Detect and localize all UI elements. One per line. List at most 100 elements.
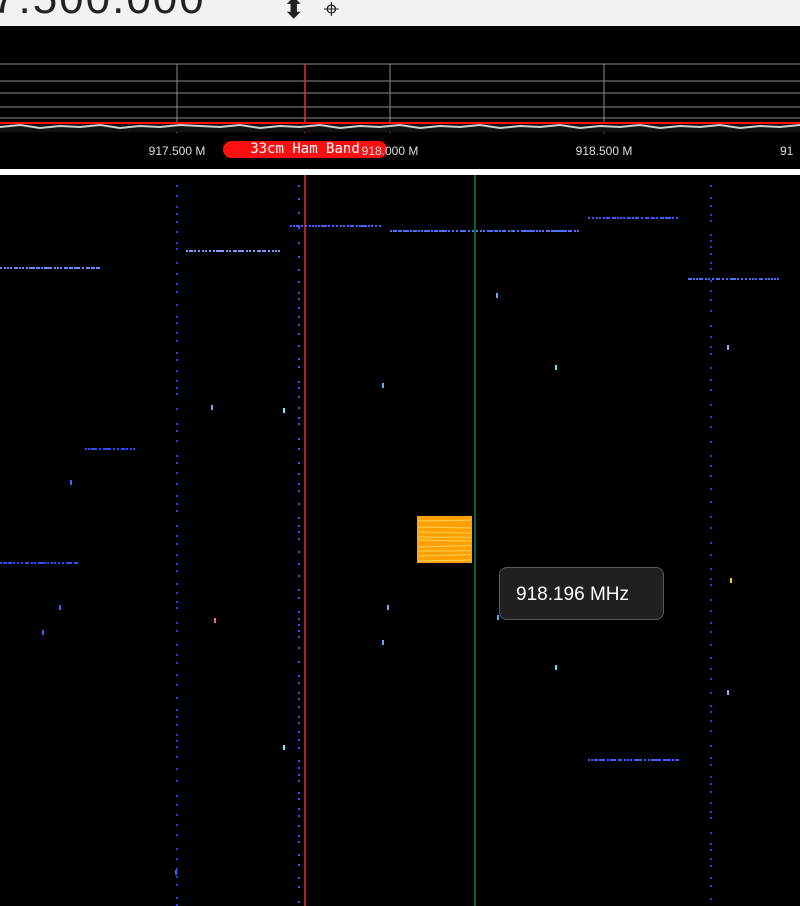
noise-dot — [176, 563, 178, 565]
noise-dot — [627, 759, 629, 761]
noise-dot — [777, 278, 779, 280]
noise-dot — [592, 217, 594, 219]
noise-dot — [176, 768, 178, 770]
noise-dot — [667, 759, 669, 761]
noise-dot — [66, 267, 68, 269]
noise-dot — [336, 225, 338, 227]
noise-dot — [591, 759, 593, 761]
noise-dot — [123, 448, 125, 450]
noise-dot — [565, 230, 567, 232]
noise-dot — [105, 448, 107, 450]
noise-dot — [176, 221, 178, 223]
noise-dot — [521, 230, 523, 232]
noise-dot — [464, 230, 466, 232]
noise-dot — [186, 250, 188, 252]
noise-dot — [559, 230, 561, 232]
noise-dot — [298, 716, 300, 718]
noise-dot — [448, 230, 450, 232]
noise-dot — [99, 448, 101, 450]
noise-dot — [356, 225, 358, 227]
noise-dot — [117, 448, 119, 450]
noise-dot — [710, 299, 712, 301]
noise-dot — [696, 278, 698, 280]
noise-dot — [290, 225, 292, 227]
noise-dot — [259, 250, 261, 252]
noise-dot — [176, 525, 178, 527]
noise-dot — [298, 901, 300, 903]
waterfall-plot — [0, 175, 779, 906]
noise-dot — [710, 898, 712, 900]
noise-dot — [667, 217, 669, 219]
noise-dot — [176, 684, 178, 686]
noise-dot — [672, 759, 674, 761]
noise-dot — [235, 250, 237, 252]
noise-dot — [638, 759, 640, 761]
noise-dot — [710, 865, 712, 867]
noise-dot — [710, 234, 712, 236]
noise-dot — [249, 250, 251, 252]
noise-dot — [635, 217, 637, 219]
noise-dot — [472, 230, 474, 232]
noise-dot — [298, 675, 300, 677]
noise-dot — [699, 278, 701, 280]
noise-dot — [710, 220, 712, 222]
noise-dot — [431, 230, 433, 232]
noise-dot — [107, 448, 109, 450]
noise-dot — [298, 225, 300, 227]
noise-dot — [614, 759, 616, 761]
noise-dot — [761, 278, 763, 280]
noise-dot — [710, 578, 712, 580]
noise-dot — [298, 597, 300, 599]
noise-dot — [513, 230, 515, 232]
noise-dot — [298, 835, 300, 837]
noise-dot — [176, 607, 178, 609]
noise-dot — [298, 692, 300, 694]
noise-dot — [176, 462, 178, 464]
noise-dot — [655, 759, 657, 761]
noise-dot — [710, 811, 712, 813]
noise-dot — [298, 780, 300, 782]
signal-burst — [417, 516, 472, 563]
frequency-readout[interactable]: 7.500.000 — [0, 0, 206, 24]
noise-dot — [508, 230, 510, 232]
noise-dot — [242, 250, 244, 252]
noise-dot — [5, 562, 7, 564]
noise-dot — [298, 483, 300, 485]
noise-dot — [16, 267, 18, 269]
noise-dot — [347, 225, 349, 227]
swap-icon[interactable]: ⬍ — [282, 0, 305, 25]
noise-dot — [555, 365, 557, 370]
noise-dot — [637, 217, 639, 219]
noise-dot — [395, 230, 397, 232]
noise-dot — [194, 250, 196, 252]
waterfall-panel[interactable]: 918.196 MHz — [0, 175, 800, 906]
noise-dot — [636, 759, 638, 761]
noise-dot — [64, 267, 66, 269]
noise-dot — [176, 262, 178, 264]
noise-dot — [387, 605, 389, 610]
noise-dot — [44, 267, 46, 269]
noise-dot — [653, 217, 655, 219]
noise-dot — [325, 225, 327, 227]
noise-dot — [176, 630, 178, 632]
noise-dot — [632, 217, 634, 219]
noise-dot — [332, 225, 334, 227]
noise-dot — [272, 250, 274, 252]
noise-dot — [176, 654, 178, 656]
noise-dot — [771, 278, 773, 280]
noise-dot — [298, 396, 300, 398]
noise-dot — [321, 225, 323, 227]
noise-dot — [312, 225, 314, 227]
noise-dot — [298, 387, 300, 389]
noise-dot — [298, 345, 300, 347]
noise-dot — [496, 293, 498, 298]
noise-dot — [361, 225, 363, 227]
pin-icon[interactable]: ⌖ — [323, 0, 339, 26]
noise-dot — [443, 230, 445, 232]
noise-dot — [176, 291, 178, 293]
noise-dot — [85, 448, 87, 450]
noise-dot — [298, 589, 300, 591]
noise-dot — [298, 731, 300, 733]
noise-dot — [126, 448, 128, 450]
noise-dot — [298, 611, 300, 613]
